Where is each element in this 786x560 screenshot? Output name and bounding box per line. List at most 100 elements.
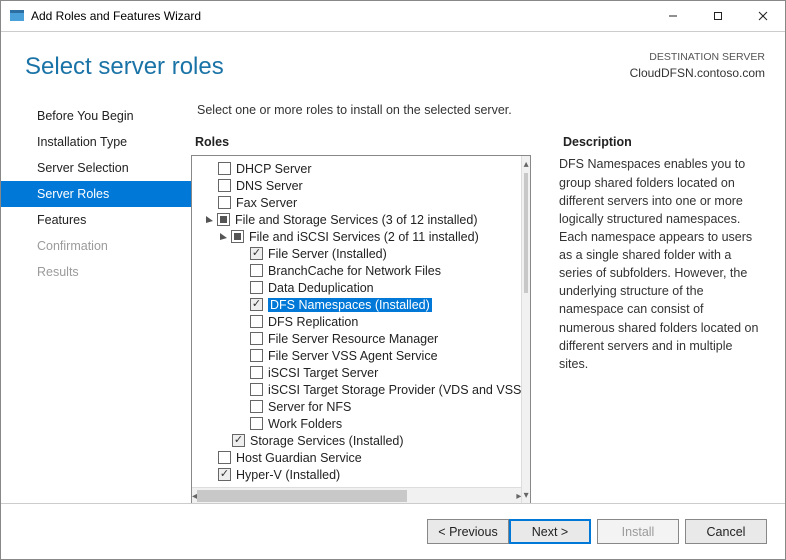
role-iscsi-vds[interactable]: iSCSI Target Storage Provider (VDS and V…	[196, 381, 521, 398]
role-label: DNS Server	[236, 179, 303, 193]
checkbox-icon[interactable]	[250, 315, 263, 328]
wizard-window: Add Roles and Features Wizard Select ser…	[0, 0, 786, 560]
roles-tree-wrapper: DHCP Server DNS Server Fax Server File a…	[191, 155, 531, 503]
role-fs-vss[interactable]: File Server VSS Agent Service	[196, 347, 521, 364]
body: Before You BeginInstallation TypeServer …	[1, 99, 785, 503]
description-column: Description DFS Namespaces enables you t…	[559, 135, 765, 503]
scroll-down-icon[interactable]: ▾	[522, 487, 530, 503]
role-host-guardian[interactable]: Host Guardian Service	[196, 449, 521, 466]
role-label: File Server VSS Agent Service	[268, 349, 438, 363]
maximize-button[interactable]	[695, 1, 740, 31]
checkbox-checked-icon[interactable]	[250, 298, 263, 311]
vertical-scrollbar[interactable]: ▴ ▾	[521, 156, 530, 503]
role-label: DHCP Server	[236, 162, 311, 176]
scroll-track[interactable]	[522, 173, 530, 487]
nav-step-server-roles[interactable]: Server Roles	[1, 181, 191, 207]
description-label: Description	[563, 135, 765, 149]
role-label: File Server (Installed)	[268, 247, 387, 261]
role-label: Work Folders	[268, 417, 342, 431]
checkbox-icon[interactable]	[250, 264, 263, 277]
role-label: Storage Services (Installed)	[250, 434, 404, 448]
nav-step-before-you-begin[interactable]: Before You Begin	[1, 103, 191, 129]
destination-host: CloudDFSN.contoso.com	[630, 65, 765, 82]
wizard-nav: Before You BeginInstallation TypeServer …	[1, 99, 191, 503]
previous-button[interactable]: < Previous	[427, 519, 509, 544]
role-nfs[interactable]: Server for NFS	[196, 398, 521, 415]
role-label: DFS Namespaces (Installed)	[268, 298, 432, 312]
close-button[interactable]	[740, 1, 785, 31]
window-title: Add Roles and Features Wizard	[31, 9, 201, 23]
role-storage-services[interactable]: Storage Services (Installed)	[196, 432, 521, 449]
install-button: Install	[597, 519, 679, 544]
prev-next-group: < Previous Next >	[427, 519, 591, 544]
collapse-icon[interactable]	[204, 214, 215, 225]
collapse-icon[interactable]	[218, 231, 229, 242]
checkbox-icon[interactable]	[250, 366, 263, 379]
role-label: Fax Server	[236, 196, 297, 210]
page-title: Select server roles	[25, 53, 224, 81]
titlebar: Add Roles and Features Wizard	[1, 1, 785, 32]
checkbox-icon[interactable]	[250, 417, 263, 430]
role-dns-server[interactable]: DNS Server	[196, 177, 521, 194]
main-pane: Select one or more roles to install on t…	[191, 99, 785, 503]
role-file-server[interactable]: File Server (Installed)	[196, 245, 521, 262]
nav-step-installation-type[interactable]: Installation Type	[1, 129, 191, 155]
role-iscsi-target[interactable]: iSCSI Target Server	[196, 364, 521, 381]
role-fax-server[interactable]: Fax Server	[196, 194, 521, 211]
role-label: Data Deduplication	[268, 281, 374, 295]
role-label: Server for NFS	[268, 400, 351, 414]
role-dhcp-server[interactable]: DHCP Server	[196, 160, 521, 177]
checkbox-icon[interactable]	[218, 179, 231, 192]
roles-column: Roles DHCP Server DNS Server Fax Server	[191, 135, 531, 503]
checkbox-icon[interactable]	[250, 349, 263, 362]
cancel-button[interactable]: Cancel	[685, 519, 767, 544]
role-data-dedup[interactable]: Data Deduplication	[196, 279, 521, 296]
destination-info: DESTINATION SERVER CloudDFSN.contoso.com	[630, 50, 765, 81]
horizontal-scrollbar[interactable]: ◂ ▸	[192, 487, 521, 503]
instruction-text: Select one or more roles to install on t…	[191, 99, 765, 135]
roles-tree[interactable]: DHCP Server DNS Server Fax Server File a…	[192, 156, 521, 487]
role-dfs-namespaces[interactable]: DFS Namespaces (Installed)	[196, 296, 521, 313]
scroll-track[interactable]	[197, 488, 516, 503]
destination-label: DESTINATION SERVER	[630, 50, 765, 65]
next-button[interactable]: Next >	[509, 519, 591, 544]
role-file-storage-services[interactable]: File and Storage Services (3 of 12 insta…	[196, 211, 521, 228]
scroll-thumb[interactable]	[524, 173, 528, 293]
nav-step-server-selection[interactable]: Server Selection	[1, 155, 191, 181]
checkbox-icon[interactable]	[250, 332, 263, 345]
columns: Roles DHCP Server DNS Server Fax Server	[191, 135, 765, 503]
checkbox-checked-icon[interactable]	[250, 247, 263, 260]
checkbox-indeterminate-icon[interactable]	[217, 213, 230, 226]
role-label: Host Guardian Service	[236, 451, 362, 465]
checkbox-icon[interactable]	[250, 400, 263, 413]
role-branchcache[interactable]: BranchCache for Network Files	[196, 262, 521, 279]
role-dfs-replication[interactable]: DFS Replication	[196, 313, 521, 330]
checkbox-icon[interactable]	[218, 196, 231, 209]
checkbox-icon[interactable]	[218, 451, 231, 464]
checkbox-indeterminate-icon[interactable]	[231, 230, 244, 243]
footer: < Previous Next > Install Cancel	[1, 503, 785, 559]
checkbox-icon[interactable]	[250, 281, 263, 294]
scroll-thumb[interactable]	[197, 490, 407, 502]
role-label: File and iSCSI Services (2 of 11 install…	[249, 230, 479, 244]
nav-step-confirmation: Confirmation	[1, 233, 191, 259]
role-label: Hyper-V (Installed)	[236, 468, 340, 482]
role-label: File and Storage Services (3 of 12 insta…	[235, 213, 478, 227]
description-text: DFS Namespaces enables you to group shar…	[559, 155, 765, 373]
minimize-button[interactable]	[650, 1, 695, 31]
role-fsrm[interactable]: File Server Resource Manager	[196, 330, 521, 347]
checkbox-icon[interactable]	[250, 383, 263, 396]
nav-step-results: Results	[1, 259, 191, 285]
role-label: iSCSI Target Server	[268, 366, 378, 380]
role-hyper-v[interactable]: Hyper-V (Installed)	[196, 466, 521, 483]
role-file-iscsi-services[interactable]: File and iSCSI Services (2 of 11 install…	[196, 228, 521, 245]
nav-step-features[interactable]: Features	[1, 207, 191, 233]
role-label: iSCSI Target Storage Provider (VDS and V…	[268, 383, 521, 397]
checkbox-checked-icon[interactable]	[218, 468, 231, 481]
scroll-up-icon[interactable]: ▴	[522, 156, 530, 173]
roles-label: Roles	[195, 135, 531, 149]
role-label: File Server Resource Manager	[268, 332, 438, 346]
role-work-folders[interactable]: Work Folders	[196, 415, 521, 432]
checkbox-icon[interactable]	[218, 162, 231, 175]
checkbox-checked-icon[interactable]	[232, 434, 245, 447]
